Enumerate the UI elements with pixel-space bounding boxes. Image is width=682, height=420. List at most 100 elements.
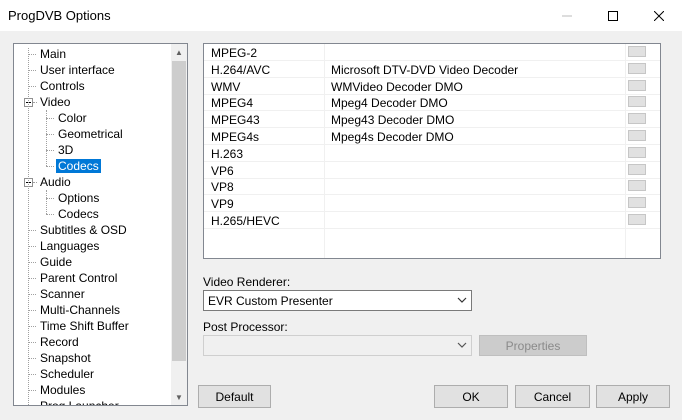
codec-list[interactable]: MPEG-2 H.264/AVC Microsoft DTV-DVD Video D… (203, 43, 661, 259)
tree-item[interactable]: Record (38, 334, 81, 350)
codec-settings-button[interactable] (628, 214, 646, 225)
tree-connector (46, 166, 54, 167)
tree-connector (46, 134, 54, 135)
ok-button[interactable]: OK (434, 385, 508, 408)
maximize-button[interactable] (590, 0, 636, 31)
tree-item-label: Scheduler (40, 367, 95, 381)
tree-connector (46, 110, 47, 166)
options-tree[interactable]: Main User interface Controls Video Color Geom… (13, 43, 188, 406)
tree-scrollbar[interactable]: ▲ ▼ (171, 44, 187, 405)
codec-settings-button[interactable] (628, 146, 646, 158)
codec-settings-button[interactable] (628, 46, 646, 57)
tree-item[interactable]: Modules (38, 382, 87, 398)
tree-item[interactable]: Snapshot (38, 350, 93, 366)
tree-item-label: Modules (40, 383, 86, 397)
codec-format: H.264/AVC (211, 62, 271, 77)
tree-item-label: Scanner (40, 287, 85, 301)
codec-row[interactable]: MPEG4 Mpeg4 Decoder DMO (204, 94, 660, 112)
tree-item[interactable]: Main (38, 46, 68, 62)
tree-item[interactable]: 3D (56, 142, 75, 158)
tree-connector (28, 86, 36, 87)
codec-decoder: Mpeg43 Decoder DMO (331, 113, 455, 128)
tree-item-label: Time Shift Buffer (40, 319, 129, 333)
tree-connector (28, 342, 36, 343)
codec-row[interactable]: H.264/AVC Microsoft DTV-DVD Video Decoder (204, 61, 660, 78)
tree-item[interactable]: Parent Control (38, 270, 119, 286)
codec-row[interactable]: VP6 (204, 162, 660, 179)
minimize-button[interactable] (544, 0, 590, 31)
scroll-up-icon[interactable]: ▲ (171, 44, 187, 60)
tree-item-label: Main (40, 47, 67, 61)
tree-item-label: Parent Control (40, 271, 118, 285)
tree-item[interactable]: Codecs (56, 206, 101, 222)
codec-format: H.265/HEVC (211, 214, 280, 228)
tree-item[interactable]: Color (56, 110, 89, 126)
tree-item-label: Options (58, 191, 100, 205)
codec-row[interactable]: MPEG4s Mpeg4s Decoder DMO (204, 128, 660, 145)
codec-settings-button[interactable] (628, 79, 646, 91)
tree-item[interactable]: Geometrical (56, 126, 125, 142)
codec-row[interactable]: MPEG43 Mpeg43 Decoder DMO (204, 111, 660, 129)
tree-connector (28, 374, 36, 375)
codec-row[interactable]: MPEG-2 (204, 44, 660, 61)
tree-item[interactable]: Prog Launcher (38, 398, 121, 405)
codec-row[interactable]: H.263 (204, 145, 660, 162)
tree-item-label: Subtitles & OSD (40, 223, 127, 237)
codec-settings-button[interactable] (628, 62, 646, 74)
video-renderer-select[interactable]: EVR Custom Presenter (203, 290, 472, 311)
codec-settings-button[interactable] (628, 113, 646, 125)
scroll-down-icon[interactable]: ▼ (171, 389, 187, 405)
tree-connector (28, 326, 36, 327)
tree-connector (33, 102, 37, 103)
default-button[interactable]: Default (198, 385, 271, 408)
post-processor-select[interactable] (203, 335, 472, 356)
tree-item[interactable]: Codecs (56, 158, 101, 174)
tree-item-label: Audio (40, 175, 71, 189)
tree-item[interactable]: Multi-Channels (38, 302, 122, 318)
codec-row[interactable]: VP9 (204, 195, 660, 213)
tree-item[interactable]: Audio (38, 174, 73, 190)
video-renderer-value: EVR Custom Presenter (208, 294, 333, 308)
tree-item-label: Video (40, 95, 71, 109)
tree-item-label: Controls (40, 79, 85, 93)
tree-connector (28, 310, 36, 311)
codec-settings-button[interactable] (628, 163, 646, 175)
tree-connector (33, 182, 37, 183)
tree-item[interactable]: User interface (38, 62, 117, 78)
chevron-down-icon (456, 339, 468, 351)
tree-item[interactable]: Time Shift Buffer (38, 318, 131, 334)
codec-format: VP8 (211, 180, 234, 195)
cancel-button[interactable]: Cancel (515, 385, 590, 408)
codec-settings-button[interactable] (628, 180, 646, 192)
codec-settings-button[interactable] (628, 96, 646, 108)
tree-item[interactable]: Scheduler (38, 366, 96, 382)
video-renderer-label: Video Renderer: (203, 275, 291, 289)
codec-row[interactable]: WMV WMVideo Decoder DMO (204, 78, 660, 95)
tree-connector (28, 48, 29, 405)
tree-item[interactable]: Options (56, 190, 101, 206)
codec-settings-button[interactable] (628, 197, 646, 209)
tree-item[interactable]: Subtitles & OSD (38, 222, 129, 238)
tree-connector (28, 246, 36, 247)
tree-item[interactable]: Scanner (38, 286, 87, 302)
apply-button[interactable]: Apply (596, 385, 670, 408)
tree-item[interactable]: Video (38, 94, 72, 110)
codec-row[interactable]: H.265/HEVC (204, 212, 660, 229)
codec-format: MPEG-2 (211, 46, 258, 60)
tree-item-label: Multi-Channels (40, 303, 121, 317)
close-button[interactable] (636, 0, 682, 31)
codec-row[interactable]: VP8 (204, 178, 660, 196)
tree-items: Main User interface Controls Video Color Geom… (14, 44, 172, 405)
tree-item[interactable]: Languages (38, 238, 101, 254)
minimize-icon (562, 15, 572, 16)
tree-item[interactable]: Controls (38, 78, 87, 94)
codec-format: MPEG4 (211, 96, 254, 111)
codec-format: MPEG43 (211, 113, 260, 128)
tree-item-label: Guide (40, 255, 73, 269)
scroll-thumb[interactable] (172, 61, 186, 361)
codec-settings-button[interactable] (628, 130, 646, 141)
tree-item-label: Geometrical (58, 127, 123, 141)
properties-button[interactable]: Properties (479, 335, 587, 356)
tree-item[interactable]: Guide (38, 254, 74, 270)
tree-connector (46, 198, 54, 199)
